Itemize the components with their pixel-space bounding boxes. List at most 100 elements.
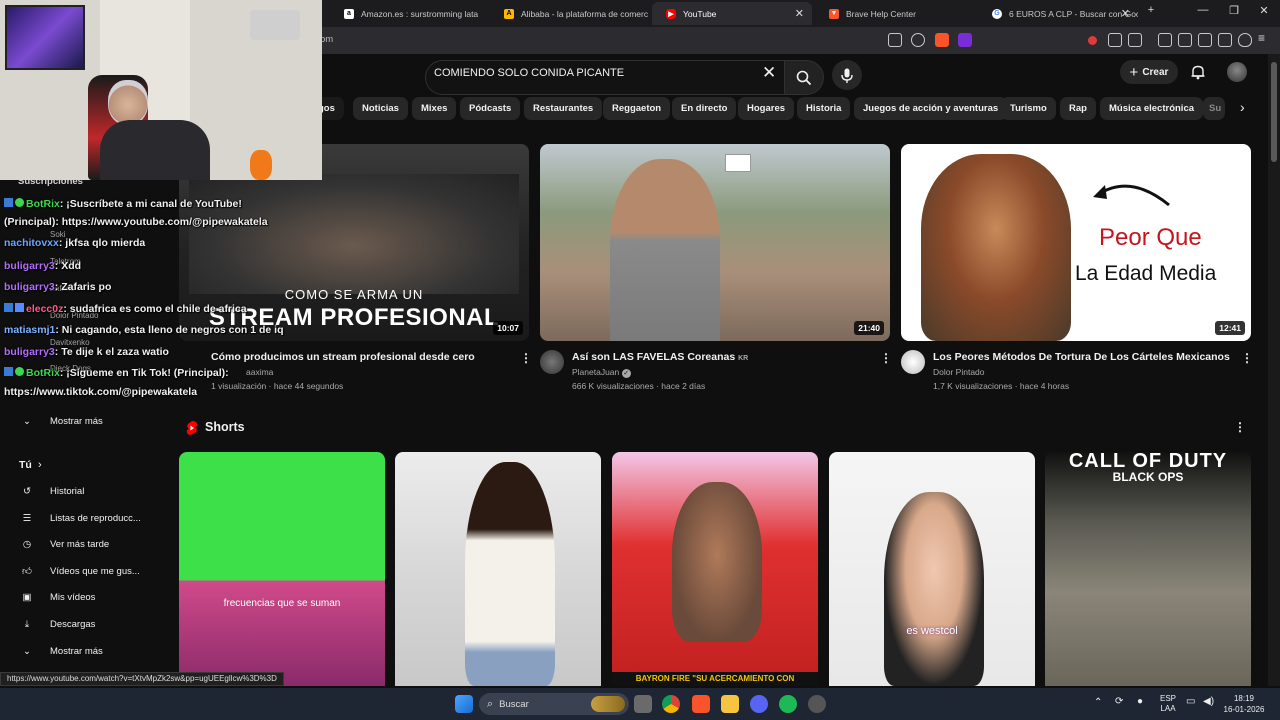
clear-search-icon[interactable]: ✕ — [762, 63, 776, 83]
file-explorer-icon[interactable] — [721, 695, 739, 713]
clock[interactable]: 18:19 16-01-2026 — [1218, 693, 1270, 715]
chip-musica-electronica[interactable]: Música electrónica — [1100, 97, 1204, 120]
spotify-icon[interactable] — [779, 695, 797, 713]
sidebar-item-downloads[interactable]: ⤓ Descargas — [0, 613, 170, 635]
chip-reggaeton[interactable]: Reggaeton — [603, 97, 671, 120]
video-title[interactable]: Cómo producimos un stream profesional de… — [211, 351, 475, 363]
short-thumbnail[interactable]: CALL OF DUTY BLACK OPS — [1045, 452, 1251, 686]
short-thumbnail[interactable] — [395, 452, 601, 686]
chat-username[interactable]: buligarry3 — [4, 346, 55, 358]
chip-podcasts[interactable]: Pódcasts — [460, 97, 521, 120]
tab-youtube[interactable]: ▶ YouTube ✕ — [652, 2, 812, 25]
tab-google[interactable]: G 6 EUROS A CLP - Buscar con Google ✕ — [978, 2, 1138, 25]
tab-brave-help[interactable]: ▼ Brave Help Center — [815, 2, 975, 25]
short-thumbnail[interactable]: frecuencias que se suman — [179, 452, 385, 686]
chip-turismo[interactable]: Turismo — [1001, 97, 1056, 120]
chip-en-directo[interactable]: En directo — [672, 97, 737, 120]
video-title[interactable]: Así son LAS FAVELAS Coreanas KR — [572, 351, 748, 363]
chip-mixes[interactable]: Mixes — [412, 97, 457, 120]
more-actions-icon[interactable]: ⋮ — [520, 351, 532, 365]
restore-icon[interactable]: ❐ — [1224, 4, 1244, 17]
chip-juegos-accion[interactable]: Juegos de acción y aventuras — [854, 97, 1008, 120]
tab-amazon[interactable]: a Amazon.es : surstromming lata — [330, 2, 488, 25]
search-input[interactable]: COMIENDO SOLO CONIDA PICANTE — [434, 67, 624, 79]
taskbar-search[interactable]: ⌕ Buscar — [479, 693, 629, 715]
menu-icon[interactable]: ≡ — [1258, 31, 1272, 45]
account-avatar[interactable] — [1227, 62, 1247, 82]
tab-alibaba[interactable]: A Alibaba - la plataforma de comercio — [490, 2, 648, 25]
brave-taskbar-icon[interactable] — [692, 695, 710, 713]
chip-restaurantes[interactable]: Restaurantes — [524, 97, 603, 120]
chrome-icon[interactable] — [662, 695, 680, 713]
obs-icon[interactable] — [808, 695, 826, 713]
chip-label: Pódcasts — [469, 103, 512, 114]
media-icon[interactable] — [1158, 33, 1172, 47]
create-button[interactable]: + Crear — [1120, 60, 1178, 84]
channel-name[interactable]: aaxima — [246, 367, 273, 377]
chevron-right-icon[interactable]: › — [1240, 99, 1245, 115]
extensions-icon[interactable] — [1108, 33, 1122, 47]
search-button[interactable] — [784, 60, 824, 95]
close-tab-icon[interactable]: ✕ — [795, 7, 804, 20]
video-title[interactable]: Los Peores Métodos De Tortura De Los Cár… — [933, 351, 1230, 363]
channel-avatar[interactable] — [540, 350, 564, 374]
short-thumbnail[interactable]: BAYRON FIRE "SU ACERCAMIENTO CON — [612, 452, 818, 686]
sidebar-item-liked[interactable]: 👍︎ Vídeos que me gus... — [0, 560, 170, 582]
sidebar-you-header[interactable]: Tú › — [0, 454, 170, 476]
notifications-bell-icon[interactable] — [1190, 64, 1206, 80]
chat-username[interactable]: buligarry3 — [4, 260, 55, 272]
chip-hogares[interactable]: Hogares — [738, 97, 795, 120]
vpn-shield-icon[interactable] — [1238, 33, 1252, 47]
chat-username[interactable]: buligarry3 — [4, 281, 55, 293]
channel-name[interactable]: PlanetaJuan ✓ — [572, 367, 631, 378]
voice-search-button[interactable] — [832, 60, 862, 90]
chip-rap[interactable]: Rap — [1060, 97, 1096, 120]
channel-name[interactable]: Dolor Pintado — [933, 367, 985, 377]
wallet-icon[interactable] — [1198, 33, 1212, 47]
close-window-icon[interactable]: ✕ — [1254, 4, 1274, 17]
sidebar-show-more-2[interactable]: ⌄ Mostrar más — [0, 640, 170, 662]
scrollbar-thumb[interactable] — [1271, 62, 1277, 162]
microphone-tray-icon[interactable]: ● — [1137, 696, 1143, 707]
sidebar-item-history[interactable]: ↺ Historial — [0, 480, 170, 502]
chat-username[interactable]: BotRix — [26, 198, 60, 210]
sidebar-item-watch-later[interactable]: ◷ Ver más tarde — [0, 533, 170, 555]
video-thumbnail[interactable]: Peor Que La Edad Media 12:41 — [901, 144, 1251, 341]
close-tab-icon[interactable]: ✕ — [1121, 7, 1130, 20]
more-actions-icon[interactable]: ⋮ — [1241, 351, 1253, 365]
leo-ai-icon[interactable] — [1218, 33, 1232, 47]
more-actions-icon[interactable]: ⋮ — [880, 351, 892, 365]
share-icon[interactable] — [911, 33, 925, 47]
channel-avatar[interactable] — [901, 350, 925, 374]
sync-icon[interactable]: ⟳ — [1115, 696, 1123, 707]
video-thumbnail[interactable]: 21:40 — [540, 144, 890, 341]
minimize-icon[interactable]: — — [1193, 4, 1213, 16]
network-icon[interactable]: ▭ — [1186, 696, 1195, 707]
sidebar-toggle-icon[interactable] — [1178, 33, 1192, 47]
brave-shields-icon[interactable] — [935, 33, 949, 47]
task-view-icon[interactable] — [634, 695, 652, 713]
start-menu-icon[interactable] — [455, 695, 473, 713]
chat-username[interactable]: nachitovxx — [4, 237, 59, 249]
record-icon[interactable] — [1088, 36, 1097, 45]
chat-username[interactable]: matiasmj1 — [4, 324, 55, 336]
tray-overflow-icon[interactable]: ⌃ — [1094, 697, 1102, 708]
chip-historia[interactable]: Historia — [797, 97, 851, 120]
search-icon — [796, 70, 812, 85]
volume-icon[interactable]: ◀︎) — [1203, 696, 1214, 707]
chip-noticias[interactable]: Noticias — [353, 97, 408, 120]
chat-username[interactable]: BotRix — [26, 367, 60, 379]
shorts-more-icon[interactable]: ⋮ — [1234, 420, 1246, 434]
chip-truncated[interactable]: Su — [1203, 97, 1225, 120]
sidebar-item-my-videos[interactable]: ▣ Mis vídeos — [0, 586, 170, 608]
sidebar-show-more[interactable]: ⌄ Mostrar más — [0, 410, 170, 432]
sidebar-item-playlists[interactable]: ☰ Listas de reproducc... — [0, 507, 170, 529]
short-thumbnail[interactable]: es westcol — [829, 452, 1035, 686]
screenshot-icon[interactable] — [1128, 33, 1142, 47]
brave-rewards-icon[interactable] — [958, 33, 972, 47]
new-tab-icon[interactable]: + — [1141, 4, 1161, 16]
screen-cast-icon[interactable] — [888, 33, 902, 47]
language-indicator[interactable]: ESP LAA — [1160, 694, 1176, 714]
discord-icon[interactable] — [750, 695, 768, 713]
chat-username[interactable]: elecc0z — [26, 303, 63, 315]
